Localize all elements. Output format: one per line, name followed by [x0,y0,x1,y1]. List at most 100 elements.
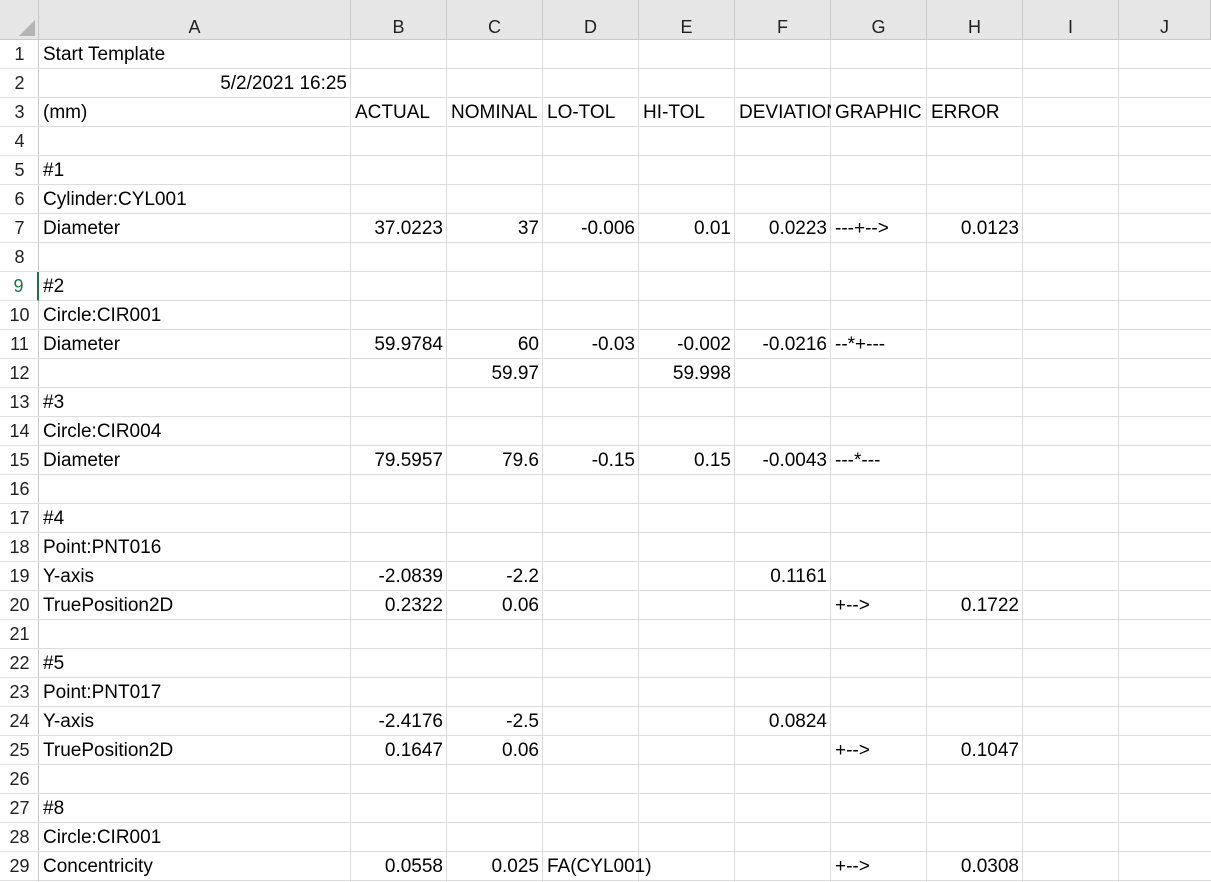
cell-a7[interactable]: Diameter [39,214,351,243]
row-header-15[interactable]: 15 [0,446,39,475]
cell-c25[interactable]: 0.06 [447,736,543,765]
row-header-4[interactable]: 4 [0,127,39,156]
cell-g7[interactable]: ---+--> [831,214,927,243]
cell-a13[interactable]: #3 [39,388,351,417]
cell-g15[interactable]: ---*--- [831,446,927,475]
row-header-16[interactable]: 16 [0,475,39,504]
cell-c7[interactable]: 37 [447,214,543,243]
cell-a15[interactable]: Diameter [39,446,351,475]
cell-h25[interactable]: 0.1047 [927,736,1023,765]
row-header-11[interactable]: 11 [0,330,39,359]
cell-a10[interactable]: Circle:CIR001 [39,301,351,330]
cell-c29[interactable]: 0.025 [447,852,543,881]
cell-a23[interactable]: Point:PNT017 [39,678,351,707]
cell-a1[interactable]: Start Template [39,40,351,69]
cell-a9[interactable]: #2 [39,272,351,301]
cell-b20[interactable]: 0.2322 [351,591,447,620]
column-header-g[interactable]: G [831,0,927,40]
row-header-22[interactable]: 22 [0,649,39,678]
cell-e12[interactable]: 59.998 [639,359,735,388]
row-header-29[interactable]: 29 [0,852,39,881]
cell-b7[interactable]: 37.0223 [351,214,447,243]
cell-d15[interactable]: -0.15 [543,446,639,475]
row-header-24[interactable]: 24 [0,707,39,736]
row-header-25[interactable]: 25 [0,736,39,765]
cell-c24[interactable]: -2.5 [447,707,543,736]
cell-f7[interactable]: 0.0223 [735,214,831,243]
cell-g29[interactable]: +--> [831,852,927,881]
row-header-21[interactable]: 21 [0,620,39,649]
cell-a29[interactable]: Concentricity [39,852,351,881]
column-header-b[interactable]: B [351,0,447,40]
row-header-23[interactable]: 23 [0,678,39,707]
cell-b25[interactable]: 0.1647 [351,736,447,765]
column-header-a[interactable]: A [39,0,351,40]
cell-a11[interactable]: Diameter [39,330,351,359]
row-header-7[interactable]: 7 [0,214,39,243]
cell-g25[interactable]: +--> [831,736,927,765]
cell-e3[interactable]: HI-TOL [639,98,735,127]
cell-c19[interactable]: -2.2 [447,562,543,591]
cell-c11[interactable]: 60 [447,330,543,359]
cell-h20[interactable]: 0.1722 [927,591,1023,620]
cell-a19[interactable]: Y-axis [39,562,351,591]
cell-a3[interactable]: (mm) [39,98,351,127]
row-header-14[interactable]: 14 [0,417,39,446]
column-header-j[interactable]: J [1119,0,1211,40]
cell-a25[interactable]: TruePosition2D [39,736,351,765]
column-header-e[interactable]: E [639,0,735,40]
cell-f15[interactable]: -0.0043 [735,446,831,475]
column-header-c[interactable]: C [447,0,543,40]
cell-d3[interactable]: LO-TOL [543,98,639,127]
cell-a27[interactable]: #8 [39,794,351,823]
cell-c12[interactable]: 59.97 [447,359,543,388]
cell-c3[interactable]: NOMINAL [447,98,543,127]
row-header-20[interactable]: 20 [0,591,39,620]
row-header-18[interactable]: 18 [0,533,39,562]
cell-f19[interactable]: 0.1161 [735,562,831,591]
cell-b15[interactable]: 79.5957 [351,446,447,475]
row-header-9[interactable]: 9 [0,272,39,301]
cell-b24[interactable]: -2.4176 [351,707,447,736]
cell-e15[interactable]: 0.15 [639,446,735,475]
row-header-2[interactable]: 2 [0,69,39,98]
cell-a28[interactable]: Circle:CIR001 [39,823,351,852]
cell-a20[interactable]: TruePosition2D [39,591,351,620]
cell-h3[interactable]: ERROR [927,98,1023,127]
cell-a17[interactable]: #4 [39,504,351,533]
cell-c20[interactable]: 0.06 [447,591,543,620]
cell-a14[interactable]: Circle:CIR004 [39,417,351,446]
cell-e7[interactable]: 0.01 [639,214,735,243]
cell-f11[interactable]: -0.0216 [735,330,831,359]
cell-a6[interactable]: Cylinder:CYL001 [39,185,351,214]
row-header-1[interactable]: 1 [0,40,39,69]
cell-b29[interactable]: 0.0558 [351,852,447,881]
cell-a18[interactable]: Point:PNT016 [39,533,351,562]
row-header-8[interactable]: 8 [0,243,39,272]
cell-a24[interactable]: Y-axis [39,707,351,736]
row-header-6[interactable]: 6 [0,185,39,214]
cell-g3[interactable]: GRAPHIC [831,98,927,127]
spreadsheet-grid[interactable]: A B C D E F G H I J 1 2 3 4 5 6 7 8 9 10 11 12 13 14 15 16 17 18 19 2… [0,0,1211,882]
cell-b11[interactable]: 59.9784 [351,330,447,359]
cell-g11[interactable]: --*+--- [831,330,927,359]
cell-b3[interactable]: ACTUAL [351,98,447,127]
cell-a22[interactable]: #5 [39,649,351,678]
cell-d11[interactable]: -0.03 [543,330,639,359]
cell-f3[interactable]: DEVIATION [735,98,831,127]
cell-a2[interactable]: 5/2/2021 16:25 [39,69,351,98]
cell-d7[interactable]: -0.006 [543,214,639,243]
column-header-f[interactable]: F [735,0,831,40]
column-header-d[interactable]: D [543,0,639,40]
cell-b19[interactable]: -2.0839 [351,562,447,591]
column-header-i[interactable]: I [1023,0,1119,40]
row-header-10[interactable]: 10 [0,301,39,330]
cell-g20[interactable]: +--> [831,591,927,620]
column-header-h[interactable]: H [927,0,1023,40]
row-header-5[interactable]: 5 [0,156,39,185]
row-header-13[interactable]: 13 [0,388,39,417]
cell-c15[interactable]: 79.6 [447,446,543,475]
cell-f24[interactable]: 0.0824 [735,707,831,736]
cell-e11[interactable]: -0.002 [639,330,735,359]
row-header-3[interactable]: 3 [0,98,39,127]
